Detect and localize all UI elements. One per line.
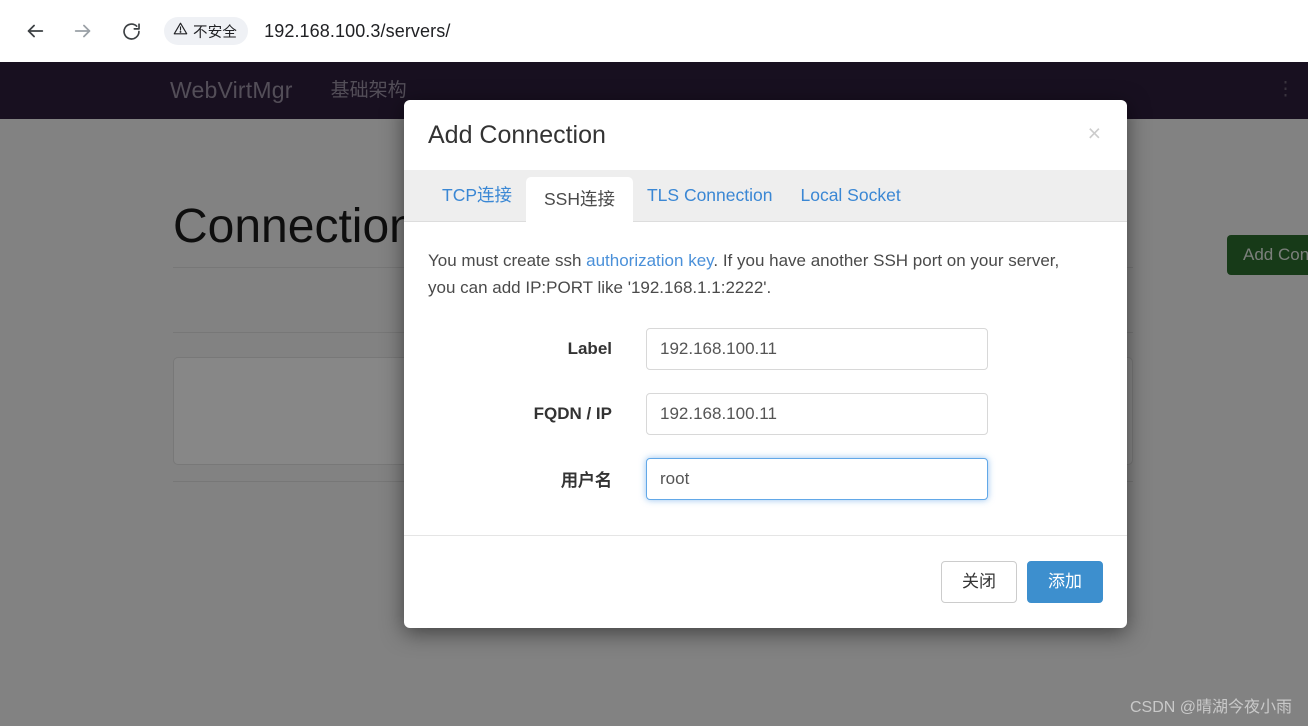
form-row-label: Label xyxy=(428,327,1103,370)
modal-title: Add Connection xyxy=(428,120,606,149)
watermark: CSDN @晴湖今夜小雨 xyxy=(1129,699,1292,716)
add-connection-modal: Add Connection × TCP连接 SSH连接 TLS Connect… xyxy=(404,100,1127,628)
tab-tcp[interactable]: TCP连接 xyxy=(428,169,526,221)
submit-button[interactable]: 添加 xyxy=(1027,560,1103,603)
address-bar[interactable]: 不安全 192.168.100.3/servers/ xyxy=(164,13,1298,49)
fqdn-field-label: FQDN / IP xyxy=(533,403,612,423)
forward-button[interactable] xyxy=(64,12,102,50)
browser-toolbar: 不安全 192.168.100.3/servers/ xyxy=(0,0,1308,62)
security-label: 不安全 xyxy=(193,24,238,41)
arrow-right-icon xyxy=(72,20,94,42)
tab-local-socket[interactable]: Local Socket xyxy=(786,169,914,221)
form-row-username: 用户名 xyxy=(428,457,1103,500)
arrow-left-icon xyxy=(24,20,46,42)
modal-tabs: TCP连接 SSH连接 TLS Connection Local Socket xyxy=(404,170,1127,222)
modal-footer: 关闭 添加 xyxy=(404,534,1127,628)
help-text: You must create ssh authorization key. I… xyxy=(428,248,1088,302)
username-field-label: 用户名 xyxy=(561,471,612,491)
reload-icon xyxy=(121,21,142,42)
close-button[interactable]: 关闭 xyxy=(941,560,1017,603)
url-text: 192.168.100.3/servers/ xyxy=(264,20,451,41)
username-input[interactable] xyxy=(646,457,988,500)
warning-triangle-icon xyxy=(173,21,188,41)
modal-header: Add Connection × xyxy=(404,100,1127,170)
app-root: 不安全 192.168.100.3/servers/ WebVirtMgr 基础… xyxy=(0,0,1308,726)
label-input[interactable] xyxy=(646,327,988,370)
form-row-fqdn: FQDN / IP xyxy=(428,392,1103,435)
reload-button[interactable] xyxy=(112,12,150,50)
modal-body: You must create ssh authorization key. I… xyxy=(404,222,1127,535)
label-field-label: Label xyxy=(567,338,612,358)
tab-tls[interactable]: TLS Connection xyxy=(633,169,787,221)
help-text-before: You must create ssh xyxy=(428,251,587,270)
back-button[interactable] xyxy=(16,12,54,50)
security-indicator[interactable]: 不安全 xyxy=(164,17,249,45)
authorization-key-link[interactable]: authorization key xyxy=(586,251,713,270)
tab-ssh[interactable]: SSH连接 xyxy=(526,177,633,222)
close-icon[interactable]: × xyxy=(1082,118,1107,149)
fqdn-ip-input[interactable] xyxy=(646,392,988,435)
